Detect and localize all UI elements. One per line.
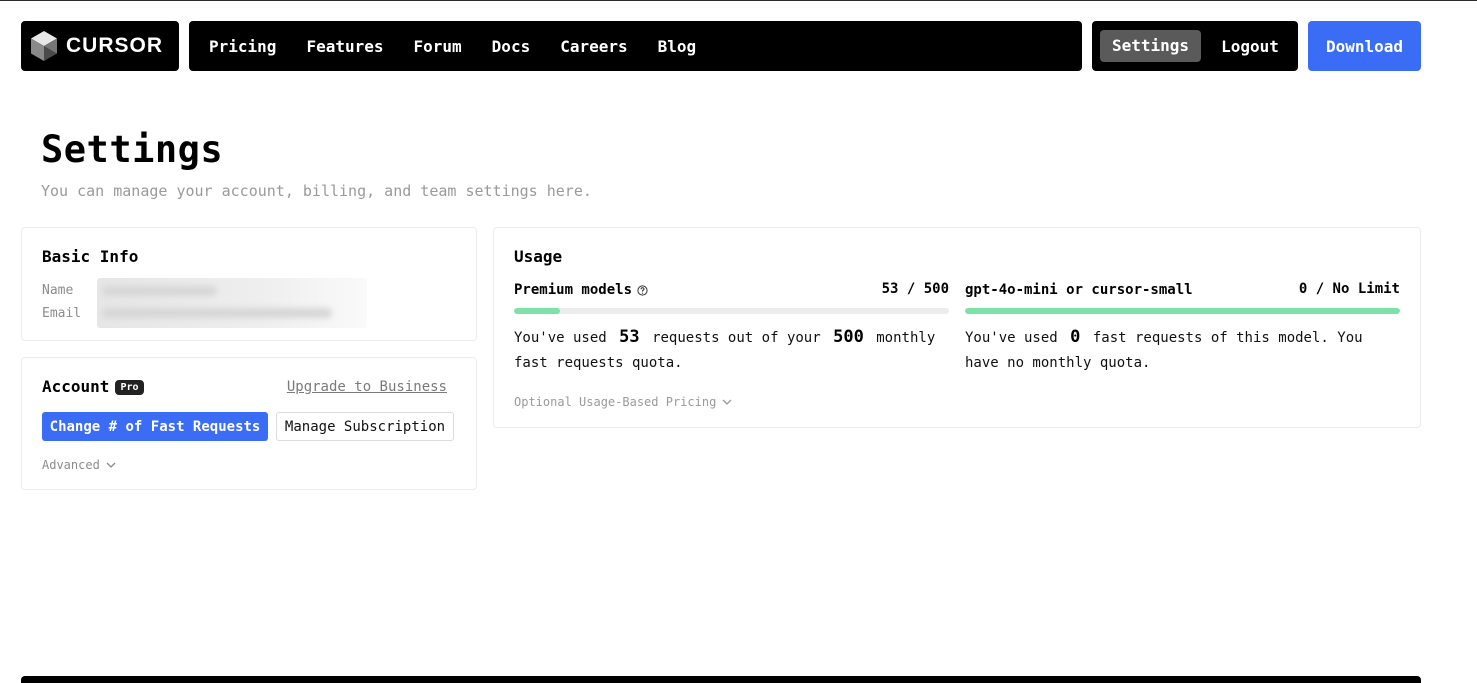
name-label: Name — [42, 283, 74, 298]
plan-badge: Pro — [115, 380, 144, 395]
small-usage-description: You've used 0 fast requests of this mode… — [965, 325, 1400, 376]
redacted-name — [102, 286, 217, 296]
premium-progress-bar — [514, 308, 949, 314]
nav-link-pricing[interactable]: Pricing — [209, 37, 276, 56]
small-models-count: 0 / No Limit — [1298, 281, 1400, 297]
change-fast-requests-button[interactable]: Change # of Fast Requests — [42, 412, 268, 441]
optional-usage-pricing-label: Optional Usage-Based Pricing — [514, 395, 717, 409]
help-circle-icon[interactable] — [637, 284, 648, 296]
nav-link-blog[interactable]: Blog — [658, 37, 697, 56]
small-progress-fill — [965, 308, 1400, 314]
premium-progress-fill — [514, 308, 561, 314]
premium-used-count: 53 — [619, 327, 640, 347]
small-models-meter: gpt-4o-mini or cursor-small 0 / No Limit… — [965, 281, 1400, 376]
email-label: Email — [42, 306, 82, 321]
optional-usage-pricing-toggle[interactable]: Optional Usage-Based Pricing — [514, 395, 732, 409]
account-title-text: Account — [42, 377, 110, 396]
chevron-down-icon — [106, 462, 116, 468]
premium-quota-count: 500 — [833, 327, 864, 347]
logout-button[interactable]: Logout — [1221, 37, 1279, 56]
usage-card: Usage Premium models 53 / 500 You've use… — [493, 227, 1421, 428]
page-subtitle: You can manage your account, billing, an… — [41, 182, 592, 200]
top-border — [0, 0, 1477, 1]
logo-text: CURSOR — [66, 34, 164, 57]
small-progress-bar — [965, 308, 1400, 314]
logo[interactable]: CURSOR — [21, 21, 179, 71]
premium-models-label: Premium models — [514, 282, 633, 298]
premium-models-count: 53 / 500 — [881, 281, 949, 297]
account-title: Account Pro — [42, 377, 144, 396]
advanced-toggle[interactable]: Advanced — [42, 458, 116, 472]
account-nav: Settings Logout — [1092, 21, 1298, 71]
small-models-label: gpt-4o-mini or cursor-small — [965, 282, 1193, 298]
nav-link-forum[interactable]: Forum — [414, 37, 462, 56]
premium-desc-mid: requests out of your — [652, 330, 821, 346]
small-used-count: 0 — [1070, 327, 1081, 347]
nav-link-careers[interactable]: Careers — [560, 37, 627, 56]
settings-tab[interactable]: Settings — [1100, 30, 1202, 62]
premium-desc-pre: You've used — [514, 330, 607, 346]
main-nav: Pricing Features Forum Docs Careers Blog — [189, 21, 1082, 71]
cursor-logo-icon — [31, 31, 57, 61]
redacted-email — [102, 308, 332, 318]
advanced-label: Advanced — [42, 458, 100, 472]
manage-subscription-button[interactable]: Manage Subscription — [276, 412, 454, 441]
small-desc-pre: You've used — [965, 330, 1058, 346]
redacted-user-details — [97, 278, 367, 328]
account-card: Account Pro Upgrade to Business Change # … — [21, 357, 477, 490]
nav-link-features[interactable]: Features — [306, 37, 383, 56]
premium-usage-description: You've used 53 requests out of your 500 … — [514, 325, 949, 376]
footer-edge — [21, 676, 1421, 683]
basic-info-title: Basic Info — [42, 247, 139, 266]
basic-info-card: Basic Info Name Email — [21, 227, 477, 341]
premium-models-meter: Premium models 53 / 500 You've used 53 r… — [514, 281, 949, 376]
usage-title: Usage — [514, 247, 563, 266]
chevron-down-icon — [722, 399, 732, 405]
upgrade-to-business-link[interactable]: Upgrade to Business — [287, 379, 447, 395]
download-button[interactable]: Download — [1308, 21, 1421, 71]
nav-link-docs[interactable]: Docs — [492, 37, 531, 56]
page-title: Settings — [41, 128, 224, 171]
